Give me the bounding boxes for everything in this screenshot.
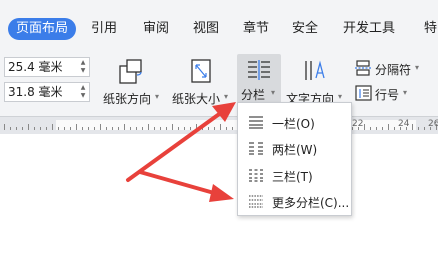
annotation-arrows (126, 102, 236, 202)
red-arrow-icon (138, 170, 234, 202)
red-arrow-icon (126, 102, 236, 182)
